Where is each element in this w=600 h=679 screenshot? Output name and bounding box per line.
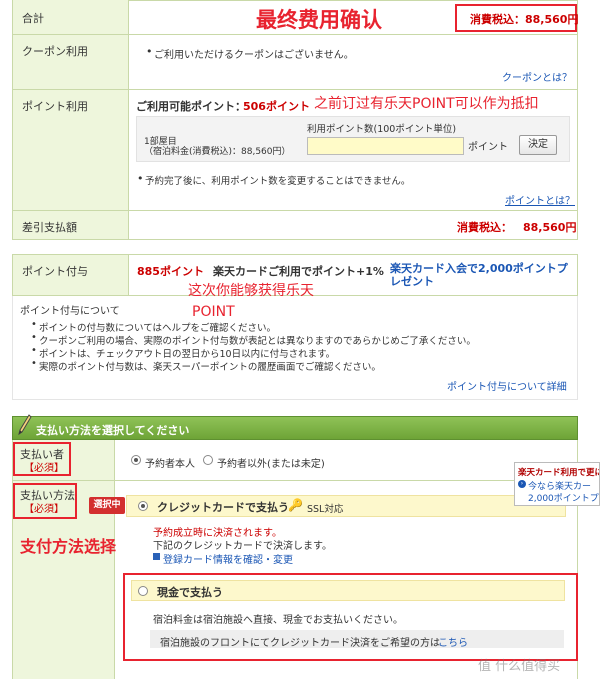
points-unit: ポイント <box>468 142 508 153</box>
total-label: 合計 <box>22 12 44 25</box>
use-points-input[interactable] <box>307 137 464 155</box>
grant-detail-link[interactable]: ポイント付与について詳細 <box>447 378 567 393</box>
cash-title[interactable]: 現金で支払う <box>157 584 223 600</box>
cash-note: 宿泊料金は宿泊施設へ直接、現金でお支払いください。 <box>153 615 403 626</box>
coupon-note: ご利用いただけるクーポンはございません。 <box>154 50 354 61</box>
room-price: （宿泊料金(消費税込)：88,560円） <box>144 147 291 157</box>
bullet-icon: • <box>31 358 37 369</box>
card-note: 下記のクレジットカードで決済します。 <box>153 541 332 552</box>
payer-required: 【必須】 <box>24 463 64 474</box>
summary-label-column <box>13 0 129 239</box>
bullet-icon: • <box>31 332 37 343</box>
grant-note-2: クーポンご利用の場合、実際のポイント付与数が表記とは異なりますのであらかじめご了… <box>39 336 476 347</box>
grant-note-1: ポイントの付与数についてはヘルプをご確認ください。 <box>39 320 276 334</box>
coupon-label: クーポン利用 <box>22 45 88 58</box>
ssl-label: SSL対応 <box>307 504 344 515</box>
grant-label: ポイント付与 <box>22 265 88 278</box>
pencil-icon <box>18 414 32 436</box>
cash-radio[interactable] <box>138 586 148 596</box>
point-available-value: 506ポイント <box>243 100 310 113</box>
card-bonus-text: 楽天カードご利用でポイント+1% <box>213 265 384 278</box>
use-points-label: 利用ポイント数(100ポイント単位) <box>307 124 457 135</box>
bullet-icon: • <box>31 319 37 330</box>
card-join-link[interactable]: 楽天カード入会で2,000ポイントプレゼント <box>390 262 572 288</box>
watermark: 值 什么值得买 <box>478 659 561 674</box>
payer-other-label[interactable]: 予約者以外(または未定) <box>217 455 325 470</box>
balance-tax-label: 消費税込： <box>457 221 512 234</box>
grant-annotation-line1: POINT <box>192 304 235 320</box>
balance-value: 88,560円 <box>523 221 577 234</box>
coupon-link[interactable]: クーポンとは？ <box>502 69 572 84</box>
grant-about-title: ポイント付与について <box>20 306 120 317</box>
card-radio[interactable] <box>138 501 148 511</box>
balance-label: 差引支払額 <box>22 221 77 234</box>
method-annotation: 支付方法选择 <box>20 537 117 556</box>
card-title[interactable]: クレジットカードで支払う <box>157 499 289 515</box>
lock-key-icon: 🔑 <box>288 498 303 512</box>
grant-note-3: ポイントは、チェックアウト日の翌日から10日以内に付与されます。 <box>39 349 336 360</box>
total-annotation: 最终费用确认 <box>256 8 382 32</box>
bullet-icon: • <box>31 345 37 356</box>
grant-note-4: 実際のポイント付与数は、楽天スーパーポイントの履歴画面でご確認ください。 <box>39 362 381 373</box>
payer-self-label[interactable]: 予約者本人 <box>145 455 195 470</box>
promo-title: 楽天カード利用で更に <box>518 468 600 478</box>
promo-line2: 2,000ポイントプ <box>528 494 599 504</box>
points-note: 予約完了後に、利用ポイント数を変更することはできません。 <box>145 176 411 187</box>
payment-header-title: 支払い方法を選択してください <box>36 424 190 437</box>
payer-self-radio[interactable] <box>131 455 141 465</box>
method-required: 【必須】 <box>24 504 64 515</box>
total-value: 消費税込：88,560円 <box>470 13 579 26</box>
payer-other-radio[interactable] <box>203 455 213 465</box>
selected-badge: 選択中 <box>89 497 125 514</box>
grant-points-value: 885ポイント <box>137 265 204 278</box>
square-bullet-icon <box>153 553 160 560</box>
point-label: ポイント利用 <box>22 100 88 113</box>
front-link[interactable]: こちら <box>438 634 468 649</box>
card-promo-box[interactable]: 楽天カード利用で更に › 今なら楽天カー 2,000ポイントプ <box>514 462 600 506</box>
arrow-circle-icon: › <box>518 480 526 488</box>
point-link[interactable]: ポイントとは？ <box>505 192 575 207</box>
front-note: 宿泊施設のフロントにてクレジットカード決済をご希望の方は <box>160 638 440 649</box>
bullet-icon: • <box>146 45 153 58</box>
card-info-link[interactable]: 登録カード情報を確認・変更 <box>163 551 293 566</box>
point-annotation: 之前订过有乐天POINT可以作为抵扣 <box>314 96 539 112</box>
point-available-label: ご利用可能ポイント： <box>136 100 246 113</box>
bullet-icon: • <box>137 172 144 185</box>
decide-button[interactable]: 決定 <box>519 135 557 155</box>
